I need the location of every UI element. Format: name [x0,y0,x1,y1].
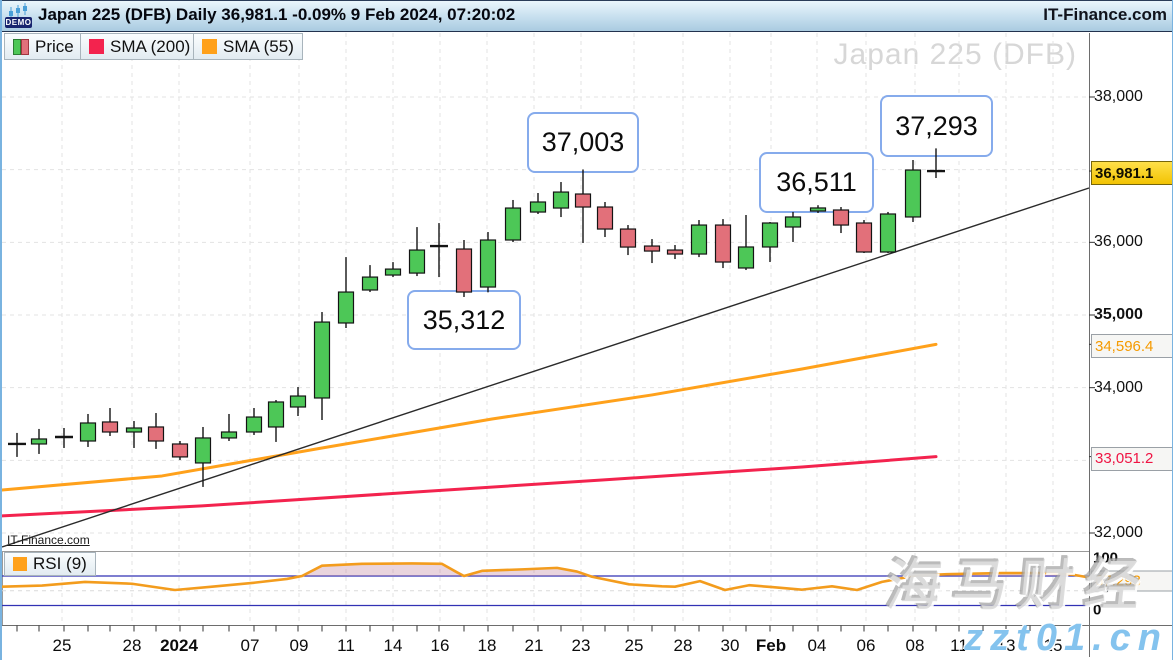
candle-up [481,240,496,287]
candle-up [554,192,569,208]
legend-rsi[interactable]: RSI (9) [4,552,96,576]
candle-down [103,422,118,432]
candle-up [906,170,921,217]
candle-down [173,444,188,457]
candle-up [196,438,211,463]
candle-up [81,423,96,441]
sma55-swatch [202,39,217,54]
candle-up [315,322,330,398]
candle-up [692,225,707,254]
demo-badge: DEMO [5,17,32,28]
cn-watermark: 海马财经 [882,540,1155,621]
candle-up [339,292,354,323]
candle-down [716,225,731,262]
candle-up [386,269,401,275]
candle-up [506,208,521,240]
candle-up [127,428,142,432]
candle-up [247,417,262,432]
title-bar: DEMO Japan 225 (DFB) Daily 36,981.1 -0.0… [2,0,1173,32]
candle-down [857,223,872,252]
candle-up [363,277,378,290]
candle-up [881,214,896,252]
candle-down [457,249,472,292]
legend-price-label: Price [35,37,74,57]
candle-down [668,250,683,254]
candle-up [291,396,306,407]
demo-logo: DEMO [5,3,33,31]
legend-sma200-label: SMA (200) [110,37,190,57]
candle-down [576,194,591,207]
candle-up [410,250,425,273]
candle-up [739,247,754,268]
price-legend-icon [13,39,29,55]
legend-rsi-label: RSI (9) [33,554,87,574]
legend-sma55[interactable]: SMA (55) [193,33,303,60]
candle-up [811,208,826,211]
legend-price[interactable]: Price [4,33,83,60]
candle-up [222,432,237,438]
chart-window: Japan 225 (DFB) 37,00335,31236,51137,293… [0,0,1173,660]
chart-title: Japan 225 (DFB) Daily 36,981.1 -0.09% 9 … [38,5,515,25]
candle-down [598,207,613,229]
candle-down [834,210,849,225]
rsi-swatch [13,557,27,571]
candle-down [149,427,164,441]
candle-up [269,402,284,427]
legend-sma200[interactable]: SMA (200) [80,33,199,60]
candle-up [531,202,546,212]
candle-down [621,229,636,247]
candle-up [763,223,778,247]
url-watermark: zzt01.cn [964,617,1168,660]
sma200-swatch [89,39,104,54]
candle-up [32,439,47,444]
brand-link[interactable]: IT-Finance.com [1043,5,1167,25]
legend-sma55-label: SMA (55) [223,37,294,57]
candle-up [786,217,801,227]
candle-down [645,246,660,251]
